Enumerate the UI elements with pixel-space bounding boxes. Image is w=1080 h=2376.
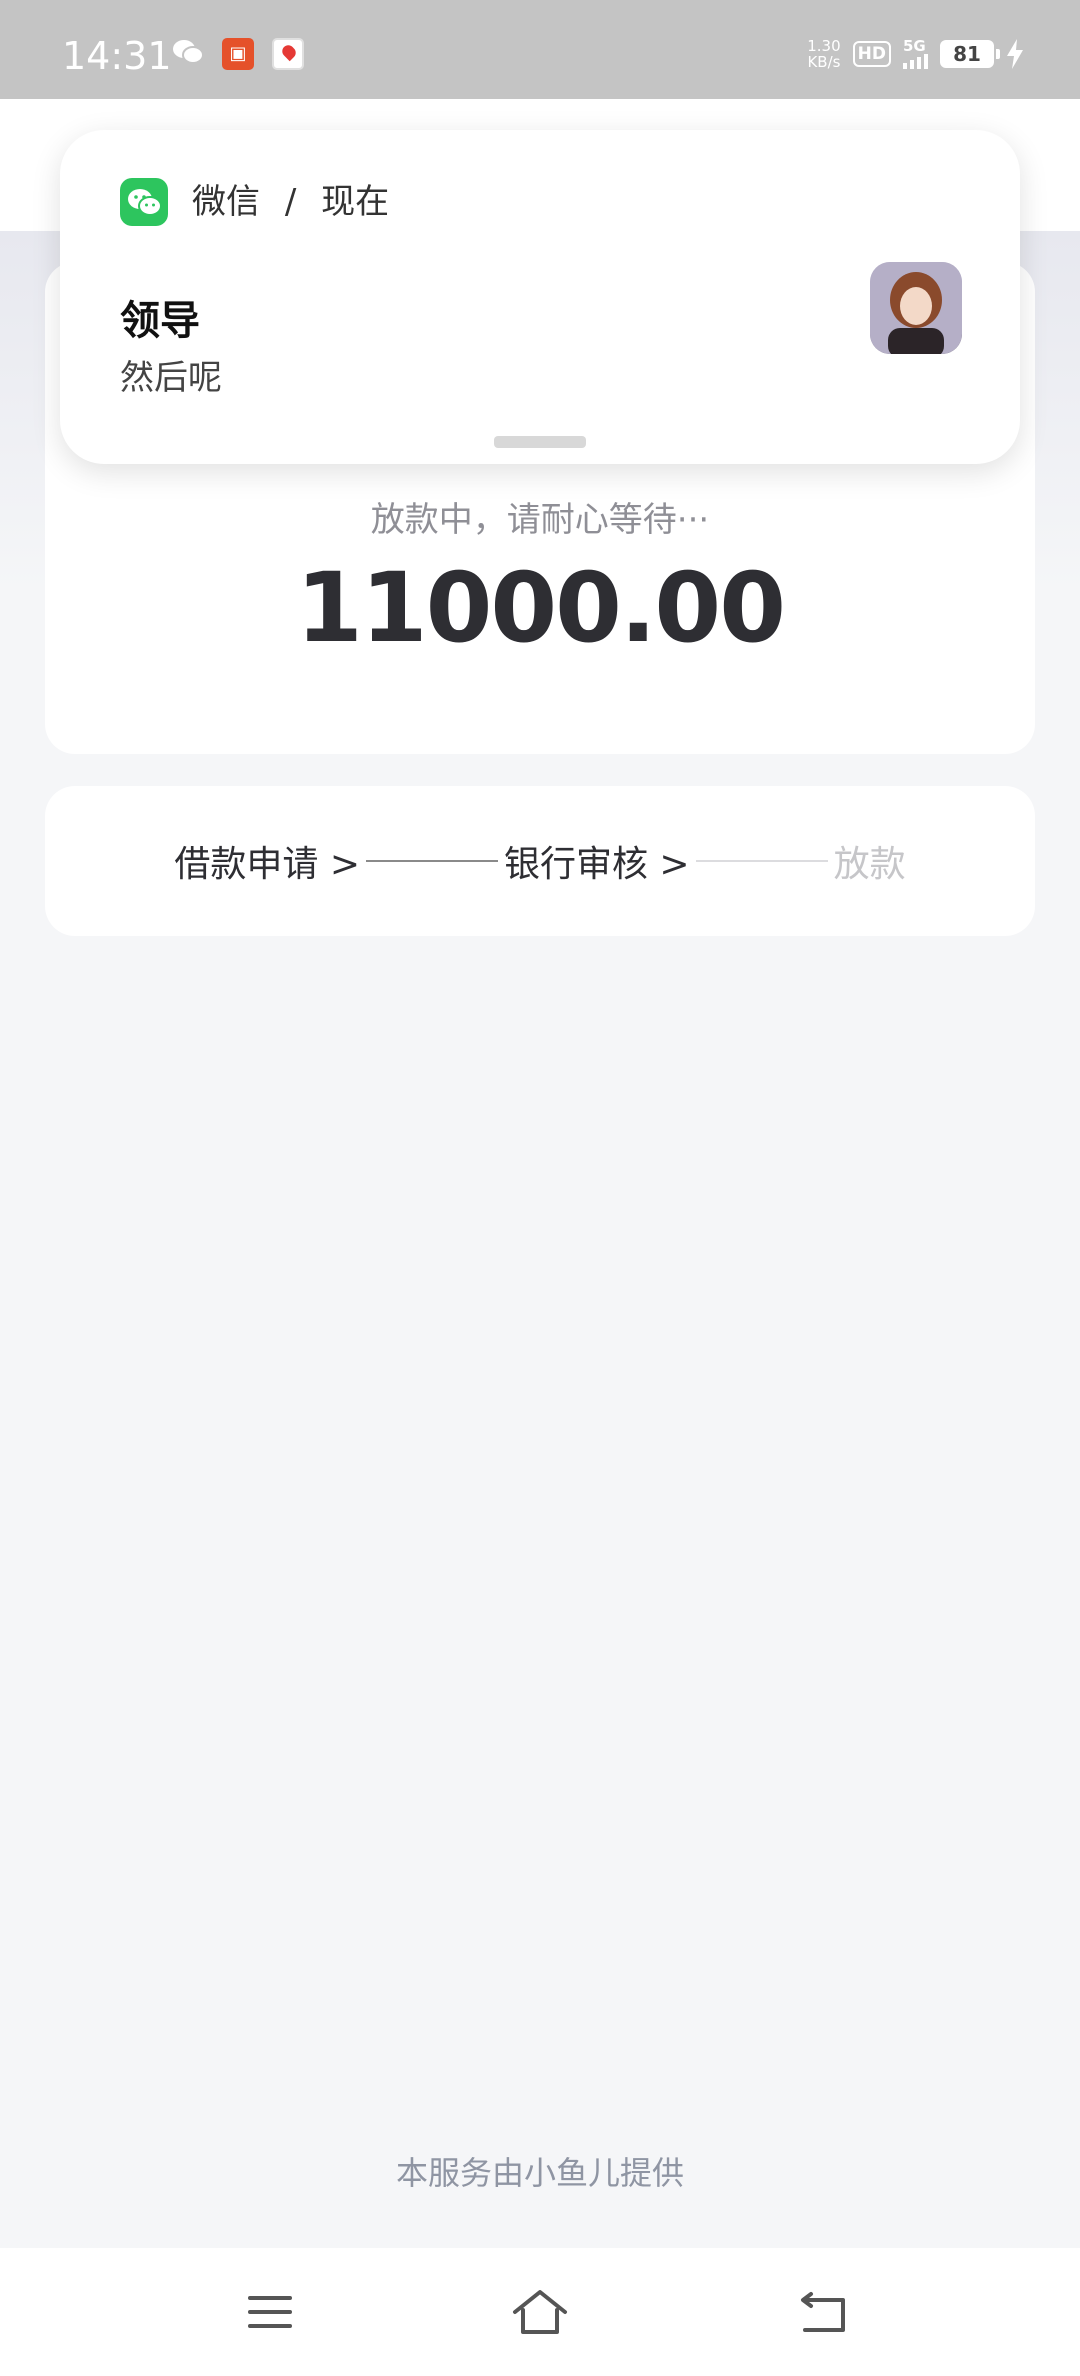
back-icon: [801, 2292, 845, 2332]
home-icon: [513, 2290, 567, 2334]
step-connector-pending: [695, 860, 828, 862]
loan-progress-card: 借款申请 > 银行审核 > 放款: [45, 786, 1035, 936]
wechat-icon: [120, 178, 168, 226]
net-speed-unit: KB/s: [807, 53, 841, 71]
signal-icon: 5G: [903, 39, 928, 69]
step-disbursement: 放款: [833, 844, 906, 885]
loan-status-text: 放款中，请耐心等待···: [370, 500, 710, 540]
status-bar: 14:31 ▣ 1.30 KB/s HD 5G 81: [0, 0, 1080, 99]
recent-apps-button[interactable]: [238, 2280, 302, 2344]
net-speed: 1.30 KB/s: [807, 38, 840, 70]
provider-text: 本服务由小鱼儿提供: [395, 2154, 684, 2192]
notification-icons: ▣: [172, 38, 304, 70]
map-app-icon: [272, 38, 304, 70]
status-time: 14:31: [62, 34, 172, 78]
sender-avatar: [870, 262, 962, 354]
mango-app-icon: ▣: [222, 38, 254, 70]
step-connector-done: [365, 860, 498, 862]
hd-icon: HD: [852, 41, 891, 67]
notification-separator: /: [284, 182, 297, 222]
notification-time: 现在: [321, 182, 390, 222]
loan-amount: 11000.00: [295, 552, 786, 664]
battery-icon: 81: [940, 40, 1000, 68]
notification-source: 微信 / 现在: [192, 178, 389, 226]
back-button[interactable]: [792, 2280, 856, 2344]
network-type: 5G: [903, 37, 926, 55]
notification-sender: 领导: [120, 298, 200, 344]
wechat-status-icon: [173, 40, 204, 64]
notification-app-name: 微信: [192, 182, 260, 222]
step-loan-application: 借款申请 >: [174, 844, 360, 885]
menu-icon: [248, 2296, 292, 2328]
screen: 14:31 ▣ 1.30 KB/s HD 5G 81 放款中，请耐心等待··· …: [0, 0, 1080, 2376]
notification-message: 然后呢: [120, 358, 222, 398]
notification-drag-handle[interactable]: [494, 436, 586, 448]
charging-icon: [1007, 39, 1023, 69]
status-right: 1.30 KB/s HD 5G 81: [807, 38, 1024, 70]
step-bank-review: 银行审核 >: [503, 844, 690, 885]
net-speed-value: 1.30: [807, 37, 841, 55]
navigation-bar: [0, 2248, 1080, 2376]
wechat-notification[interactable]: 微信 / 现在 领导 然后呢: [60, 130, 1020, 464]
home-button[interactable]: [508, 2280, 572, 2344]
